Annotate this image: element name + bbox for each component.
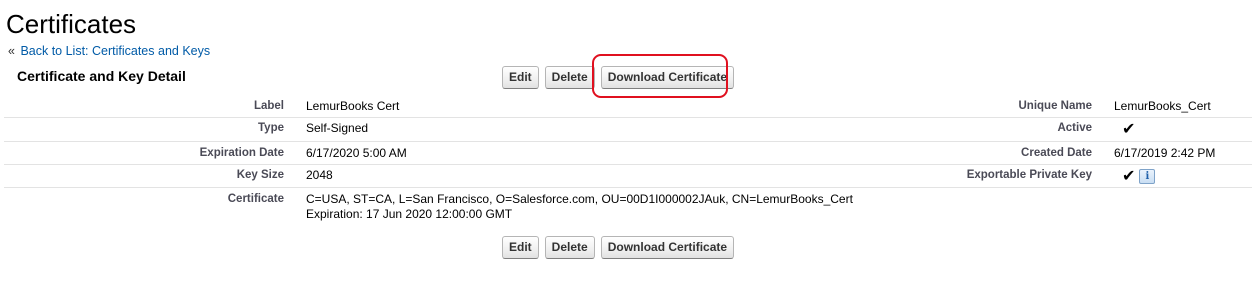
unique-name-value: LemurBooks_Cert: [1114, 99, 1211, 113]
detail-row: Expiration Date 6/17/2020 5:00 AM Create…: [4, 142, 1252, 165]
key-size-value: 2048: [306, 168, 333, 182]
bottom-button-bar: Edit Delete Download Certificate: [502, 236, 735, 259]
exportable-private-key-value: ✔ i: [1122, 168, 1156, 185]
top-button-bar: Edit Delete Download Certificate: [502, 66, 735, 89]
back-chevron-icon: «: [8, 44, 15, 58]
detail-row: Type Self-Signed Active ✔: [4, 118, 1252, 142]
label-field-label: Label: [253, 100, 284, 112]
certificate-expiration: Expiration: 17 Jun 2020 12:00:00 GMT: [306, 207, 513, 221]
info-icon[interactable]: i: [1139, 169, 1156, 184]
unique-name-label: Unique Name: [1018, 100, 1093, 112]
active-checkmark-icon: ✔: [1122, 121, 1136, 138]
expiration-date-label: Expiration Date: [199, 147, 284, 159]
detail-row: Certificate C=USA, ST=CA, L=San Francisc…: [4, 188, 1252, 228]
created-date-value: 6/17/2019 2:42 PM: [1114, 146, 1216, 160]
page-title: Certificates: [6, 9, 137, 39]
certificate-label: Certificate: [227, 193, 284, 205]
download-certificate-button[interactable]: Download Certificate: [600, 236, 735, 259]
label-field-value: LemurBooks Cert: [306, 99, 400, 113]
section-title: Certificate and Key Detail: [17, 68, 186, 84]
detail-table: Label LemurBooks Cert Unique Name LemurB…: [4, 95, 1252, 228]
created-date-label: Created Date: [1021, 147, 1092, 159]
download-certificate-button[interactable]: Download Certificate: [600, 66, 735, 89]
certificate-subject: C=USA, ST=CA, L=San Francisco, O=Salesfo…: [306, 192, 853, 206]
exportable-checkmark-icon: ✔: [1122, 168, 1136, 185]
type-value: Self-Signed: [306, 121, 369, 135]
detail-row: Key Size 2048 Exportable Private Key ✔ i: [4, 165, 1252, 188]
detail-row: Label LemurBooks Cert Unique Name LemurB…: [4, 95, 1252, 118]
delete-button[interactable]: Delete: [544, 236, 595, 259]
key-size-label: Key Size: [236, 169, 284, 181]
type-label: Type: [258, 122, 284, 134]
back-to-list-link[interactable]: « Back to List: Certificates and Keys: [8, 43, 210, 59]
active-label: Active: [1057, 122, 1092, 134]
edit-button[interactable]: Edit: [502, 236, 539, 259]
back-link-label: Back to List: Certificates and Keys: [20, 44, 211, 58]
exportable-private-key-label: Exportable Private Key: [966, 169, 1092, 181]
edit-button[interactable]: Edit: [502, 66, 539, 89]
delete-button[interactable]: Delete: [544, 66, 595, 89]
expiration-date-value: 6/17/2020 5:00 AM: [306, 146, 407, 160]
